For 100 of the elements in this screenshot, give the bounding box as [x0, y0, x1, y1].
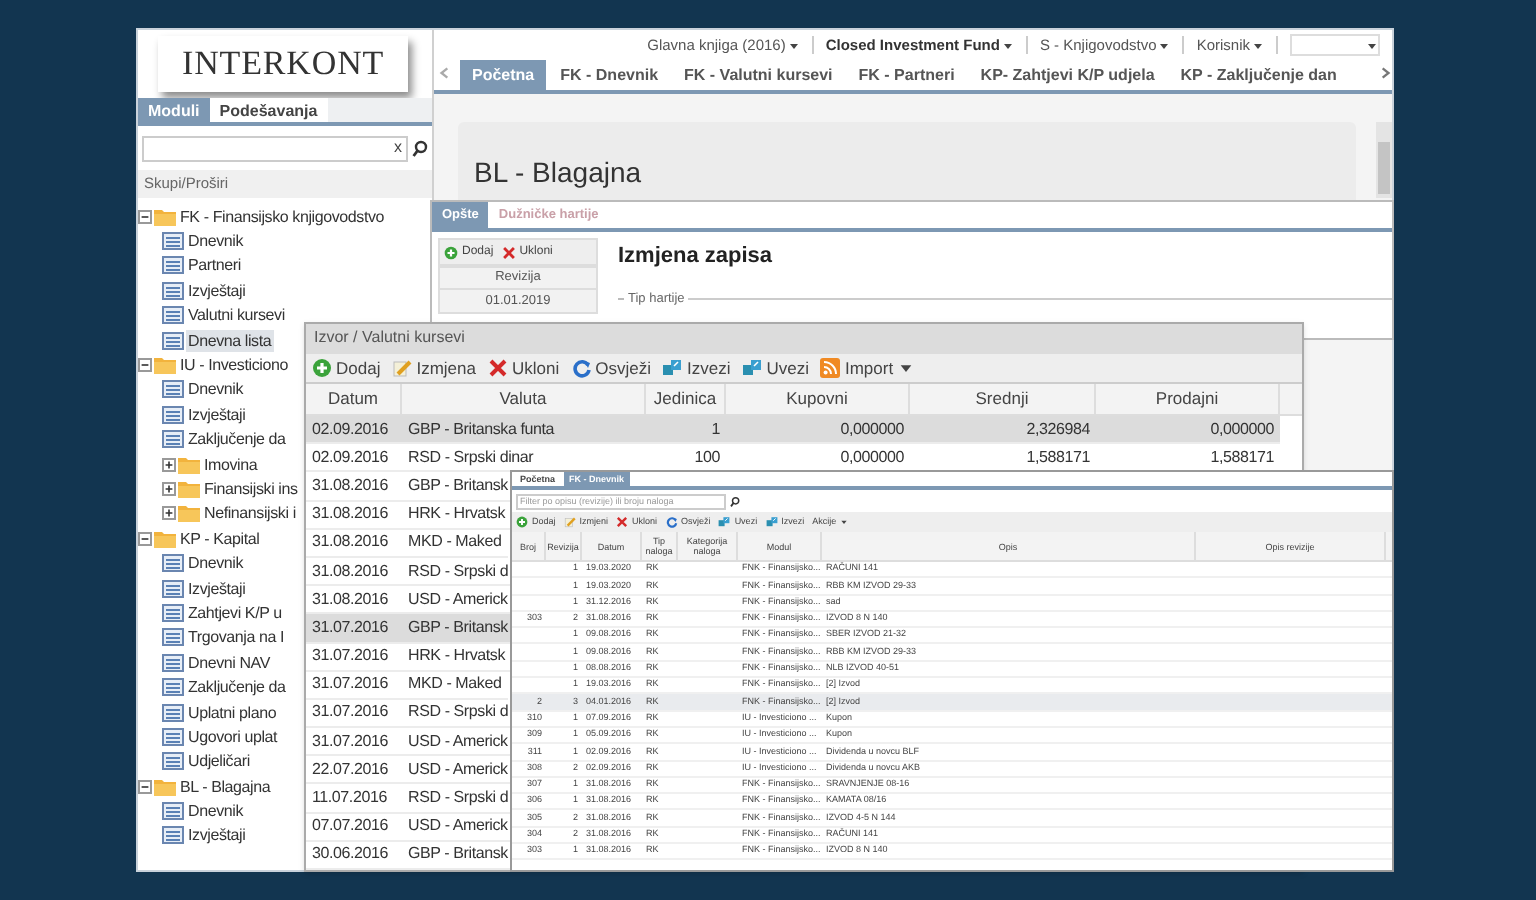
table-row[interactable]: 02.09.2016 GBP - Britanska funta 1 0,000000 2,326984 0,000000: [306, 416, 1280, 445]
table-row[interactable]: 31.08.2016 USD - Americk: [306, 586, 514, 615]
tree-item[interactable]: Dnevni NAV: [186, 651, 272, 674]
toolbar-button[interactable]: Import: [820, 358, 914, 378]
scrollbar[interactable]: [1376, 122, 1392, 198]
tree-item[interactable]: Partneri: [186, 254, 243, 277]
caret-icon: [787, 39, 800, 51]
collapse-toggle-icon[interactable]: [138, 209, 152, 224]
tree-item[interactable]: Dnevnik: [186, 800, 246, 823]
column-header[interactable]: Kupovni: [726, 384, 910, 415]
list-icon: [162, 306, 184, 325]
table-cell-text: GBP - Britansk: [406, 615, 510, 640]
list-icon: [162, 380, 184, 399]
tree-item[interactable]: Izvještaji: [186, 403, 248, 426]
table-cell-text: 07.07.2016: [310, 814, 391, 839]
plus-circle-icon: [516, 516, 528, 528]
tree-item[interactable]: BL - Blagajna: [178, 775, 273, 798]
column-header[interactable]: Datum: [306, 384, 402, 415]
toolbar-button[interactable]: Uvezi: [742, 358, 809, 378]
caret-icon: [1252, 39, 1264, 51]
table-cell-text: USD - Americk: [406, 814, 510, 839]
table-cell-text: 0,000000: [838, 445, 906, 470]
table-cell-text: 31.07.2016: [310, 672, 391, 697]
expand-toggle-icon[interactable]: [162, 481, 176, 496]
column-header[interactable]: Jedinica: [646, 384, 726, 415]
x-icon: [616, 516, 629, 528]
toolbar-button[interactable]: Izvezi: [662, 358, 731, 378]
caret-icon: [897, 360, 914, 376]
table-cell-text: 2,326984: [1024, 417, 1092, 442]
tree-item[interactable]: IU - Investiciono: [178, 354, 290, 377]
table-row[interactable]: 22.07.2016 USD - Americk: [306, 756, 514, 785]
search-icon[interactable]: [730, 495, 740, 507]
tree-item[interactable]: Valutni kursevi: [186, 304, 287, 327]
list-icon: [162, 554, 184, 573]
tree-item[interactable]: Uplatni plano: [186, 701, 279, 723]
plus-circle-icon: [312, 358, 332, 378]
tree-item[interactable]: Udjeličari: [186, 750, 252, 773]
tree-item[interactable]: Zahtjevi K/P u: [186, 601, 284, 624]
tree-item[interactable]: Dnevnik: [186, 552, 246, 575]
table-cell-text: 31.08.2016: [310, 587, 391, 612]
table-row[interactable]: 31.07.2016 RSD - Srpski d: [306, 699, 515, 729]
table-row[interactable]: 31.07.2016 HRK - Hrvatsk: [306, 643, 512, 672]
toolbar-button[interactable]: Dodaj: [312, 358, 381, 378]
table-row[interactable]: 31.08.2016 RSD - Srpski d: [306, 557, 515, 587]
search-icon[interactable]: [412, 139, 428, 157]
search-field[interactable]: x: [142, 135, 408, 161]
table-row[interactable]: 31.08.2016 GBP - Britansk: [306, 472, 514, 502]
table-cell-text: 31.08.2016: [310, 559, 391, 584]
tree-item[interactable]: KP - Kapital: [178, 527, 262, 550]
x-icon: [501, 245, 516, 259]
tree-item[interactable]: Izvještaji: [186, 577, 248, 600]
table-row[interactable]: 30.06.2016 GBP - Britansk: [306, 841, 514, 871]
table-row[interactable]: 02.09.2016 RSD - Srpski dinar 100 0,000000 1,588171 1,588171: [306, 444, 1280, 473]
table-cell-text: 31.08.2016: [310, 473, 391, 498]
table-row[interactable]: 31.07.2016 MKD - Maked: [306, 671, 508, 700]
table-cell-text: 31.07.2016: [310, 615, 391, 640]
table-cell-text: GBP - Britanska funta: [406, 417, 557, 442]
tree-item[interactable]: Dnevnik: [186, 230, 246, 253]
collapse-toggle-icon[interactable]: [138, 358, 152, 373]
tree-item[interactable]: Finansijski ins: [202, 477, 300, 500]
tree-item[interactable]: Izvještaji: [186, 279, 248, 302]
caret-icon: [1158, 39, 1171, 51]
tree-item[interactable]: FK - Finansijsko knjigovodstvo: [178, 205, 387, 228]
tree-item[interactable]: Zaključenje da: [186, 428, 288, 451]
list-icon: [162, 802, 184, 821]
table-row[interactable]: 31.08.2016 MKD - Maked: [306, 529, 508, 558]
tree-item[interactable]: Trgovanja na I: [186, 626, 287, 649]
expand-toggle-icon[interactable]: [162, 457, 176, 472]
list-icon: [162, 826, 184, 845]
folder-icon: [178, 504, 200, 523]
toolbar-button[interactable]: Izmjena: [392, 358, 476, 378]
table-row[interactable]: 31.07.2016 USD - Americk: [306, 728, 514, 757]
table-row[interactable]: 07.07.2016 USD - Americk: [306, 813, 514, 842]
form-title: Izmjena zapisa: [618, 242, 775, 272]
boxes-icon: [742, 358, 763, 378]
toolbar-button[interactable]: Osvježi: [571, 358, 651, 378]
toolbar-button[interactable]: Ukloni: [487, 358, 560, 378]
tree-item[interactable]: Zaključenje da: [186, 676, 288, 699]
tree-item[interactable]: Izvještaji: [186, 824, 248, 847]
tree-item[interactable]: Imovina: [202, 453, 260, 476]
list-icon: [162, 727, 184, 746]
column-header[interactable]: Srednji: [910, 384, 1096, 415]
expand-toggle-icon[interactable]: [162, 506, 176, 521]
column-header[interactable]: Prodajni: [1096, 384, 1280, 415]
tree-item[interactable]: Dnevnik: [186, 378, 246, 401]
clear-button[interactable]: x: [394, 140, 402, 156]
tree-item[interactable]: Dnevna lista: [186, 329, 274, 352]
table-row[interactable]: 31.08.2016 HRK - Hrvatsk: [306, 501, 512, 530]
column-header[interactable]: Valuta: [402, 384, 646, 415]
table-row[interactable]: 11.07.2016 RSD - Srpski d: [306, 784, 515, 814]
sidebar-tab[interactable]: Podešavanja: [209, 98, 328, 122]
table-cell-text: 02.09.2016: [310, 417, 391, 442]
list-icon: [162, 430, 184, 449]
collapse-toggle-icon[interactable]: [138, 531, 152, 546]
table-row[interactable]: 31.07.2016 GBP - Britansk: [306, 614, 514, 644]
tree-item[interactable]: Ugovori uplat: [186, 725, 280, 748]
table-cell-text: 0,000000: [838, 417, 906, 442]
tree-item[interactable]: Nefinansijski i: [202, 502, 298, 525]
table-cell-text: 11.07.2016: [310, 786, 389, 811]
collapse-toggle-icon[interactable]: [138, 779, 152, 794]
